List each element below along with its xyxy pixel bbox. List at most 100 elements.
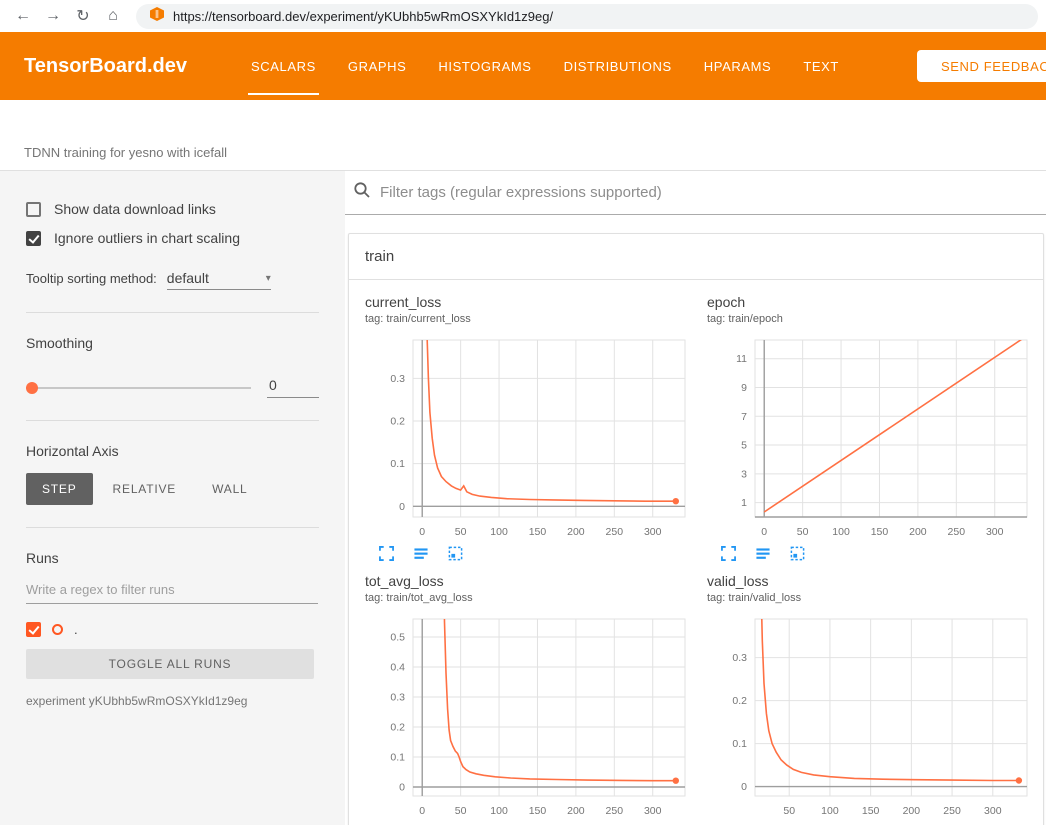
axis-relative-button[interactable]: RELATIVE [97, 473, 193, 505]
header-tabs: SCALARS GRAPHS HISTOGRAMS DISTRIBUTIONS … [235, 32, 855, 100]
svg-text:0: 0 [399, 782, 405, 794]
svg-text:0.5: 0.5 [390, 632, 405, 644]
svg-text:250: 250 [606, 805, 624, 817]
svg-text:3: 3 [741, 468, 747, 480]
smoothing-row [26, 377, 319, 398]
run-row[interactable]: . [26, 622, 319, 637]
svg-text:300: 300 [644, 805, 662, 817]
runs-filter-input[interactable] [26, 582, 318, 604]
smoothing-slider[interactable] [26, 387, 251, 389]
send-feedback-button[interactable]: SEND FEEDBACK [917, 50, 1046, 82]
svg-text:50: 50 [455, 526, 467, 538]
chart-canvas[interactable]: 5010015020025030000.10.20.3 [707, 612, 1037, 822]
svg-text:300: 300 [984, 805, 1002, 817]
tensorboard-page: { "colors": { "header": "#f57c00", "run"… [0, 0, 1046, 825]
runs-label: Runs [26, 550, 319, 566]
svg-text:150: 150 [871, 526, 889, 538]
chart-toolbar [365, 546, 707, 561]
svg-text:100: 100 [490, 526, 508, 538]
smoothing-label: Smoothing [26, 335, 319, 351]
experiment-id: experiment yKUbhb5wRmOSXYkId1z9eg [26, 694, 319, 708]
divider [26, 312, 319, 313]
expand-chart-icon[interactable] [379, 546, 394, 561]
svg-text:200: 200 [567, 526, 585, 538]
expand-chart-icon[interactable] [721, 546, 736, 561]
svg-text:0.2: 0.2 [732, 695, 747, 707]
svg-text:50: 50 [797, 526, 809, 538]
svg-text:0: 0 [761, 526, 767, 538]
train-group-card: train current_losstag: train/current_los… [348, 233, 1044, 825]
tag-filter-row [345, 171, 1046, 215]
svg-text:150: 150 [529, 526, 547, 538]
svg-text:0.2: 0.2 [390, 722, 405, 734]
horizontal-axis-buttons: STEP RELATIVE WALL [26, 473, 319, 505]
chart-canvas[interactable]: 05010015020025030000.10.20.3 [365, 333, 695, 543]
runs-selector-icon[interactable] [413, 546, 429, 561]
tag-filter-input[interactable] [380, 184, 1042, 201]
svg-text:0.1: 0.1 [732, 738, 747, 750]
chart-tag: tag: train/current_loss [365, 313, 707, 325]
tab-graphs[interactable]: GRAPHS [332, 32, 423, 100]
home-icon[interactable]: ⌂ [98, 7, 128, 25]
tab-scalars[interactable]: SCALARS [235, 32, 332, 100]
fit-domain-icon[interactable] [448, 546, 463, 561]
show-download-links-row[interactable]: Show data download links [26, 201, 319, 217]
chevron-down-icon: ▾ [266, 273, 271, 284]
chart-valid_loss: valid_losstag: train/valid_loss501001502… [707, 573, 1046, 825]
svg-text:100: 100 [490, 805, 508, 817]
group-header-train[interactable]: train [349, 234, 1043, 280]
experiment-description-band: TDNN training for yesno with icefall [0, 100, 1046, 170]
run-checkbox[interactable] [26, 622, 41, 637]
tab-histograms[interactable]: HISTOGRAMS [422, 32, 547, 100]
svg-text:250: 250 [948, 526, 966, 538]
axis-wall-button[interactable]: WALL [196, 473, 263, 505]
smoothing-slider-thumb[interactable] [26, 382, 38, 394]
svg-text:300: 300 [644, 526, 662, 538]
content: Show data download links Ignore outliers… [0, 170, 1046, 825]
chart-title: epoch [707, 294, 1046, 310]
forward-icon[interactable]: → [38, 7, 68, 25]
svg-text:100: 100 [832, 526, 850, 538]
toggle-all-runs-button[interactable]: TOGGLE ALL RUNS [26, 649, 314, 679]
ignore-outliers-row[interactable]: Ignore outliers in chart scaling [26, 230, 319, 246]
back-icon[interactable]: ← [8, 7, 38, 25]
chart-title: tot_avg_loss [365, 573, 707, 589]
svg-text:0.3: 0.3 [390, 373, 405, 385]
chart-canvas[interactable]: 0501001502002503001357911 [707, 333, 1037, 543]
svg-text:0: 0 [399, 501, 405, 513]
svg-text:0.1: 0.1 [390, 752, 405, 764]
chart-grid: current_losstag: train/current_loss05010… [349, 280, 1043, 825]
horizontal-axis-label: Horizontal Axis [26, 443, 319, 459]
svg-text:0.2: 0.2 [390, 416, 405, 428]
chart-tot_avg_loss: tot_avg_loss tag: train/tot_avg_loss 0 50 10… [365, 573, 707, 825]
svg-text:0.3: 0.3 [732, 652, 747, 664]
search-icon [353, 181, 371, 204]
axis-step-button[interactable]: STEP [26, 473, 93, 505]
chart-canvas[interactable]: 05010015020025030000.10.20.30.40.5 [365, 612, 695, 822]
tab-text[interactable]: TEXT [787, 32, 855, 100]
tooltip-sorting-dropdown[interactable]: default ▾ [167, 270, 271, 290]
address-bar[interactable]: https://tensorboard.dev/experiment/yKUbh… [136, 4, 1038, 29]
reload-icon[interactable]: ↻ [68, 6, 98, 26]
svg-text:200: 200 [909, 526, 927, 538]
app-header: TensorBoard.dev SCALARS GRAPHS HISTOGRAM… [0, 32, 1046, 100]
smoothing-value-input[interactable] [267, 377, 319, 398]
svg-text:1: 1 [741, 497, 747, 509]
svg-text:7: 7 [741, 411, 747, 423]
runs-selector-icon[interactable] [755, 546, 771, 561]
experiment-description: TDNN training for yesno with icefall [24, 145, 227, 160]
tooltip-sorting-label: Tooltip sorting method: [26, 271, 157, 286]
svg-text:11: 11 [736, 353, 747, 365]
tab-distributions[interactable]: DISTRIBUTIONS [548, 32, 688, 100]
tab-hparams[interactable]: HPARAMS [688, 32, 788, 100]
show-download-links-checkbox[interactable] [26, 202, 41, 217]
ignore-outliers-checkbox[interactable] [26, 231, 41, 246]
svg-text:200: 200 [567, 805, 585, 817]
svg-text:50: 50 [455, 805, 467, 817]
svg-text:0: 0 [741, 781, 747, 793]
svg-text:9: 9 [741, 382, 747, 394]
svg-text:0: 0 [419, 526, 425, 538]
fit-domain-icon[interactable] [790, 546, 805, 561]
tooltip-sorting-value: default [167, 270, 209, 286]
chart-tag: tag: train/tot_avg_loss [365, 592, 707, 604]
